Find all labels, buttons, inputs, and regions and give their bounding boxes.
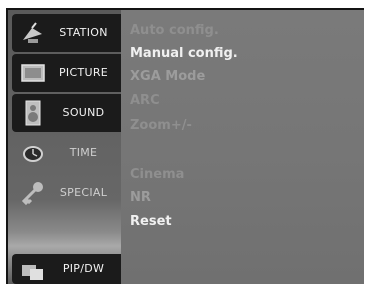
sidebar-item-label: STATION [59, 26, 108, 39]
menu-item-reset[interactable]: Reset [130, 214, 172, 229]
menu-item-arc[interactable]: ARC [130, 93, 160, 108]
sidebar-item-label: SPECIAL [59, 186, 108, 199]
satellite-dish-icon [20, 20, 46, 46]
menu-item-xga-mode[interactable]: XGA Mode [130, 69, 205, 84]
sidebar-item-station[interactable]: STATION [12, 14, 121, 52]
clock-icon [20, 140, 46, 166]
key-icon [20, 180, 46, 206]
sidebar-item-label: SOUND [62, 106, 105, 119]
sidebar-item-special[interactable]: SPECIAL [12, 174, 121, 212]
pip-icon [20, 258, 46, 284]
menu-item-cinema[interactable]: Cinema [130, 167, 184, 182]
sidebar-item-label: PIP/DW [62, 262, 105, 275]
menu-panel: Auto config. Manual config. XGA Mode ARC… [121, 10, 364, 284]
menu-item-nr[interactable]: NR [130, 190, 151, 205]
sidebar-item-time[interactable]: TIME [12, 134, 121, 172]
sidebar-item-sound[interactable]: SOUND [12, 94, 121, 132]
sidebar-item-label: TIME [69, 146, 98, 159]
sidebar-item-picture[interactable]: PICTURE [12, 54, 121, 92]
sidebar: STATION PICTURE SOUND TIME SPECIAL PIP/D… [8, 10, 121, 284]
picture-frame-icon [20, 60, 46, 86]
sidebar-item-pip-dw[interactable]: PIP/DW [12, 254, 121, 284]
sidebar-item-label: PICTURE [58, 66, 109, 79]
menu-item-zoom[interactable]: Zoom+/- [130, 118, 192, 133]
menu-item-manual-config[interactable]: Manual config. [130, 46, 238, 61]
menu-item-auto-config[interactable]: Auto config. [130, 23, 219, 38]
speaker-icon [20, 100, 46, 126]
